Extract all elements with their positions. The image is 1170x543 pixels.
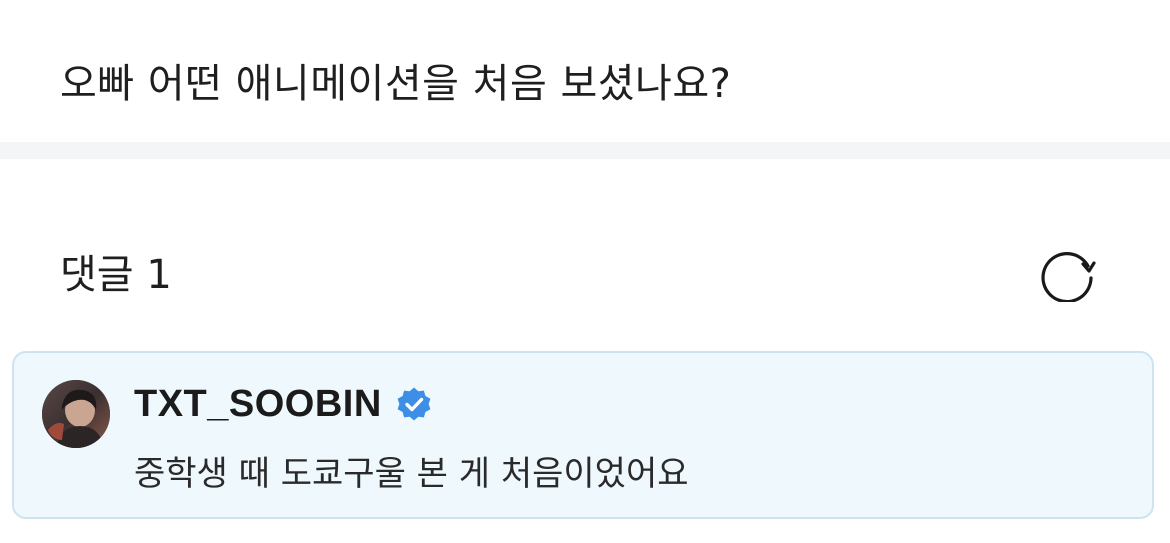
avatar-image [42, 380, 110, 448]
comments-title: 댓글 1 [60, 252, 172, 298]
section-divider [0, 142, 1170, 159]
comments-header: 댓글 1 [0, 159, 1170, 349]
comment-text: 중학생 때 도쿄구울 본 게 처음이었어요 [134, 454, 689, 494]
post-question-text: 오빠 어떤 애니메이션을 처음 보셨나요? [60, 61, 732, 107]
refresh-button[interactable] [1036, 246, 1100, 304]
avatar[interactable] [42, 380, 110, 448]
author-row: TXT_SOOBIN [134, 379, 432, 429]
post-question-section: 오빠 어떤 애니메이션을 처음 보셨나요? [0, 0, 1170, 142]
verified-badge-icon [397, 387, 431, 421]
refresh-icon [1041, 252, 1096, 304]
comment-card: TXT_SOOBIN 중학생 때 도쿄구울 본 게 처음이었어요 [12, 351, 1154, 519]
author-name[interactable]: TXT_SOOBIN [134, 383, 382, 426]
